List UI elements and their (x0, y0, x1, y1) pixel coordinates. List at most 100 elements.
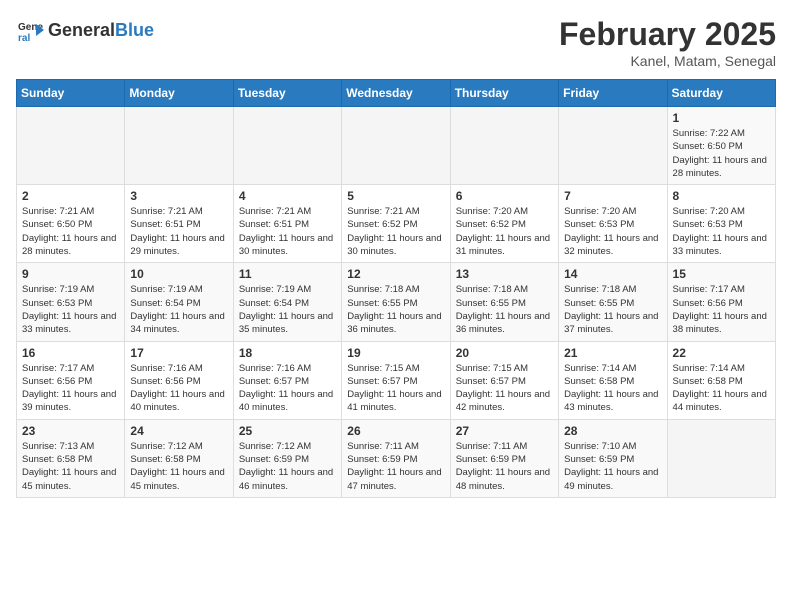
day-info: Sunrise: 7:14 AM Sunset: 6:58 PM Dayligh… (673, 362, 770, 415)
day-number: 13 (456, 267, 553, 281)
day-number: 5 (347, 189, 444, 203)
day-info: Sunrise: 7:10 AM Sunset: 6:59 PM Dayligh… (564, 440, 661, 493)
weekday-header-friday: Friday (559, 80, 667, 107)
logo-wordmark: GeneralBlue (48, 21, 154, 40)
day-number: 18 (239, 346, 336, 360)
calendar-cell: 1 Sunrise: 7:22 AM Sunset: 6:50 PM Daylig… (667, 107, 775, 185)
calendar-cell: 26 Sunrise: 7:11 AM Sunset: 6:59 PM Dayli… (342, 419, 450, 497)
day-number: 24 (130, 424, 227, 438)
day-info: Sunrise: 7:17 AM Sunset: 6:56 PM Dayligh… (22, 362, 119, 415)
calendar-cell (17, 107, 125, 185)
calendar-cell: 14 Sunrise: 7:18 AM Sunset: 6:55 PM Dayli… (559, 263, 667, 341)
calendar-cell: 8Sunrise: 7:20 AM Sunset: 6:53 PM Daylig… (667, 185, 775, 263)
day-number: 11 (239, 267, 336, 281)
calendar-cell: 22 Sunrise: 7:14 AM Sunset: 6:58 PM Dayli… (667, 341, 775, 419)
calendar-cell: 20 Sunrise: 7:15 AM Sunset: 6:57 PM Dayli… (450, 341, 558, 419)
day-info: Sunrise: 7:13 AM Sunset: 6:58 PM Dayligh… (22, 440, 119, 493)
calendar-cell (667, 419, 775, 497)
weekday-header-saturday: Saturday (667, 80, 775, 107)
calendar-cell: 17 Sunrise: 7:16 AM Sunset: 6:56 PM Dayli… (125, 341, 233, 419)
calendar-cell: 3Sunrise: 7:21 AM Sunset: 6:51 PM Daylig… (125, 185, 233, 263)
day-number: 1 (673, 111, 770, 125)
weekday-header-tuesday: Tuesday (233, 80, 341, 107)
logo-blue-text: Blue (115, 20, 154, 40)
day-number: 15 (673, 267, 770, 281)
day-info: Sunrise: 7:16 AM Sunset: 6:56 PM Dayligh… (130, 362, 227, 415)
day-info: Sunrise: 7:15 AM Sunset: 6:57 PM Dayligh… (456, 362, 553, 415)
calendar-cell: 12 Sunrise: 7:18 AM Sunset: 6:55 PM Dayli… (342, 263, 450, 341)
day-info: Sunrise: 7:14 AM Sunset: 6:58 PM Dayligh… (564, 362, 661, 415)
calendar-cell: 23 Sunrise: 7:13 AM Sunset: 6:58 PM Dayli… (17, 419, 125, 497)
calendar-table: SundayMondayTuesdayWednesdayThursdayFrid… (16, 79, 776, 498)
page-header: Gene ral GeneralBlue February 2025 Kanel… (16, 16, 776, 69)
day-number: 26 (347, 424, 444, 438)
day-info: Sunrise: 7:19 AM Sunset: 6:54 PM Dayligh… (239, 283, 336, 336)
day-info: Sunrise: 7:21 AM Sunset: 6:51 PM Dayligh… (239, 205, 336, 258)
day-info: Sunrise: 7:20 AM Sunset: 6:53 PM Dayligh… (673, 205, 770, 258)
day-info: Sunrise: 7:20 AM Sunset: 6:52 PM Dayligh… (456, 205, 553, 258)
day-info: Sunrise: 7:19 AM Sunset: 6:54 PM Dayligh… (130, 283, 227, 336)
day-number: 21 (564, 346, 661, 360)
calendar-cell: 28Sunrise: 7:10 AM Sunset: 6:59 PM Dayli… (559, 419, 667, 497)
calendar-cell (450, 107, 558, 185)
calendar-cell: 18 Sunrise: 7:16 AM Sunset: 6:57 PM Dayli… (233, 341, 341, 419)
day-number: 9 (22, 267, 119, 281)
calendar-cell: 6 Sunrise: 7:20 AM Sunset: 6:52 PM Daylig… (450, 185, 558, 263)
day-info: Sunrise: 7:17 AM Sunset: 6:56 PM Dayligh… (673, 283, 770, 336)
logo-general-text: General (48, 20, 115, 40)
day-number: 12 (347, 267, 444, 281)
weekday-header-monday: Monday (125, 80, 233, 107)
calendar-cell: 16 Sunrise: 7:17 AM Sunset: 6:56 PM Dayli… (17, 341, 125, 419)
day-number: 16 (22, 346, 119, 360)
calendar-cell (559, 107, 667, 185)
day-number: 2 (22, 189, 119, 203)
calendar-cell (342, 107, 450, 185)
day-info: Sunrise: 7:12 AM Sunset: 6:59 PM Dayligh… (239, 440, 336, 493)
day-number: 3 (130, 189, 227, 203)
title-area: February 2025 Kanel, Matam, Senegal (559, 16, 776, 69)
calendar-cell (125, 107, 233, 185)
calendar-cell: 15 Sunrise: 7:17 AM Sunset: 6:56 PM Dayli… (667, 263, 775, 341)
day-number: 25 (239, 424, 336, 438)
logo-icon: Gene ral (16, 16, 44, 44)
weekday-header-thursday: Thursday (450, 80, 558, 107)
day-info: Sunrise: 7:18 AM Sunset: 6:55 PM Dayligh… (456, 283, 553, 336)
calendar-cell: 19Sunrise: 7:15 AM Sunset: 6:57 PM Dayli… (342, 341, 450, 419)
week-row-2: 2 Sunrise: 7:21 AM Sunset: 6:50 PM Daylig… (17, 185, 776, 263)
week-row-3: 9 Sunrise: 7:19 AM Sunset: 6:53 PM Daylig… (17, 263, 776, 341)
day-number: 6 (456, 189, 553, 203)
calendar-cell: 24 Sunrise: 7:12 AM Sunset: 6:58 PM Dayli… (125, 419, 233, 497)
day-number: 4 (239, 189, 336, 203)
day-info: Sunrise: 7:22 AM Sunset: 6:50 PM Dayligh… (673, 127, 770, 180)
day-info: Sunrise: 7:18 AM Sunset: 6:55 PM Dayligh… (564, 283, 661, 336)
day-info: Sunrise: 7:11 AM Sunset: 6:59 PM Dayligh… (456, 440, 553, 493)
svg-text:ral: ral (18, 33, 30, 44)
logo: Gene ral GeneralBlue (16, 16, 154, 44)
weekday-header-sunday: Sunday (17, 80, 125, 107)
week-row-1: 1 Sunrise: 7:22 AM Sunset: 6:50 PM Daylig… (17, 107, 776, 185)
day-info: Sunrise: 7:11 AM Sunset: 6:59 PM Dayligh… (347, 440, 444, 493)
day-number: 23 (22, 424, 119, 438)
day-number: 14 (564, 267, 661, 281)
day-number: 7 (564, 189, 661, 203)
calendar-cell: 2 Sunrise: 7:21 AM Sunset: 6:50 PM Daylig… (17, 185, 125, 263)
calendar-cell: 25 Sunrise: 7:12 AM Sunset: 6:59 PM Dayli… (233, 419, 341, 497)
day-number: 27 (456, 424, 553, 438)
weekday-header-row: SundayMondayTuesdayWednesdayThursdayFrid… (17, 80, 776, 107)
day-info: Sunrise: 7:21 AM Sunset: 6:50 PM Dayligh… (22, 205, 119, 258)
calendar-cell: 11 Sunrise: 7:19 AM Sunset: 6:54 PM Dayli… (233, 263, 341, 341)
weekday-header-wednesday: Wednesday (342, 80, 450, 107)
calendar-cell: 10Sunrise: 7:19 AM Sunset: 6:54 PM Dayli… (125, 263, 233, 341)
calendar-cell: 27 Sunrise: 7:11 AM Sunset: 6:59 PM Dayli… (450, 419, 558, 497)
day-number: 19 (347, 346, 444, 360)
day-info: Sunrise: 7:19 AM Sunset: 6:53 PM Dayligh… (22, 283, 119, 336)
week-row-4: 16 Sunrise: 7:17 AM Sunset: 6:56 PM Dayli… (17, 341, 776, 419)
day-info: Sunrise: 7:18 AM Sunset: 6:55 PM Dayligh… (347, 283, 444, 336)
day-info: Sunrise: 7:12 AM Sunset: 6:58 PM Dayligh… (130, 440, 227, 493)
calendar-cell: 9 Sunrise: 7:19 AM Sunset: 6:53 PM Daylig… (17, 263, 125, 341)
day-info: Sunrise: 7:16 AM Sunset: 6:57 PM Dayligh… (239, 362, 336, 415)
month-title: February 2025 (559, 16, 776, 53)
day-number: 20 (456, 346, 553, 360)
day-number: 22 (673, 346, 770, 360)
day-number: 17 (130, 346, 227, 360)
